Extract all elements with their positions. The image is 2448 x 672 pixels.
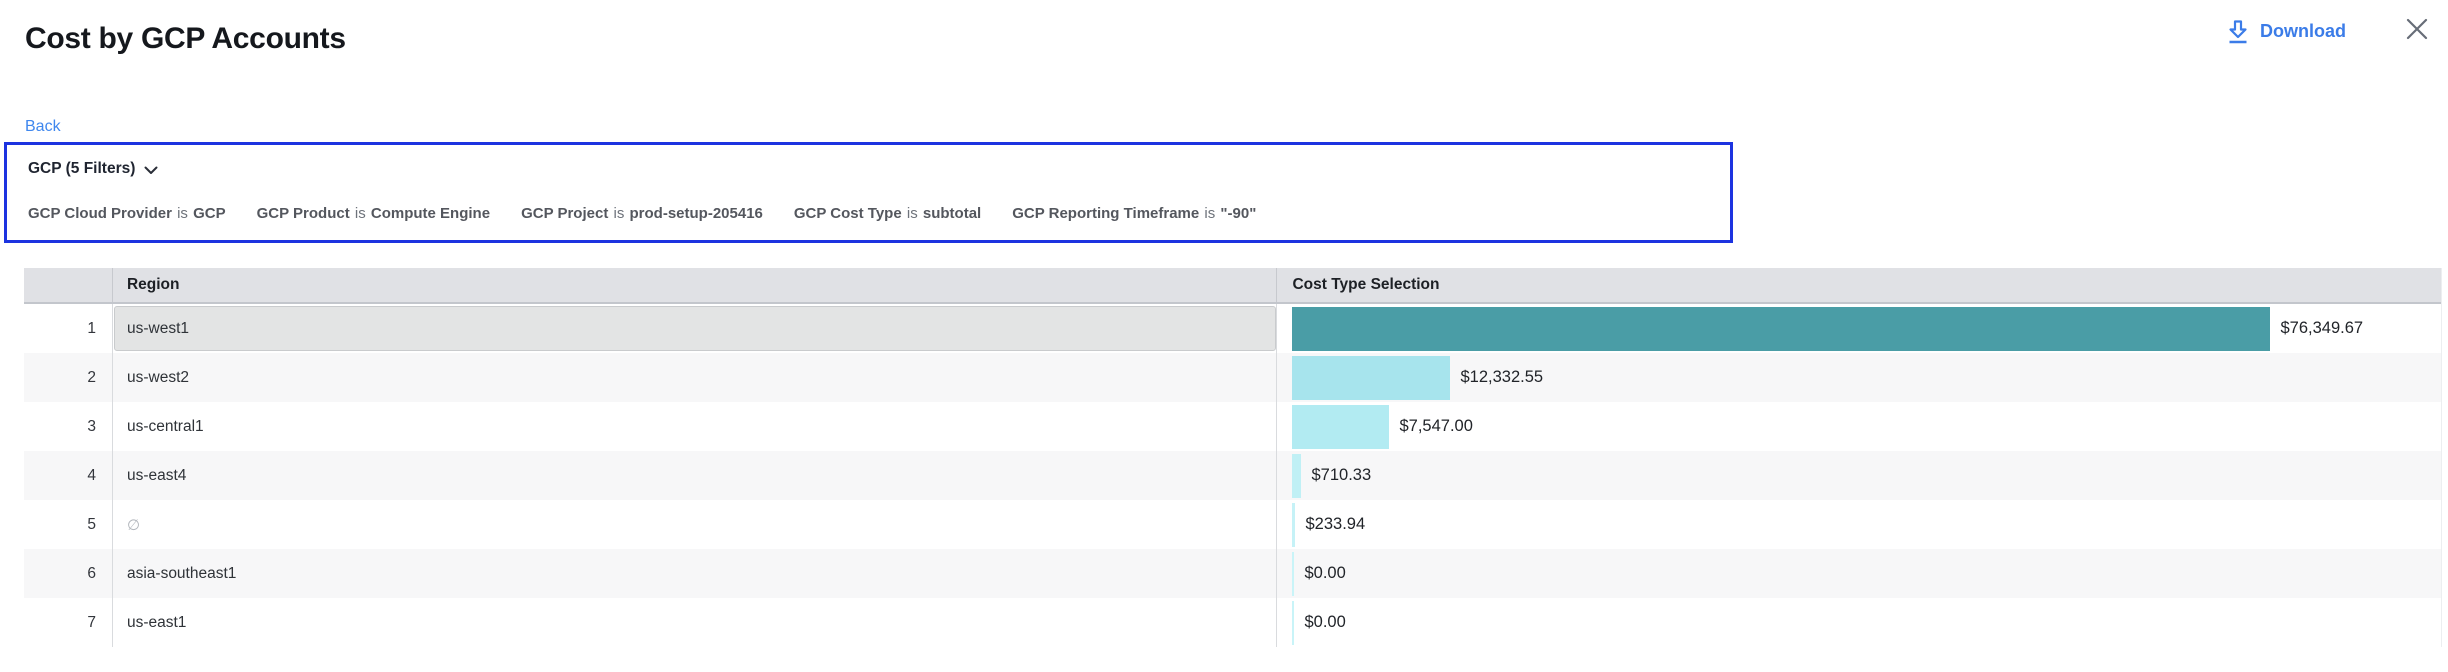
filter-pill: GCP Cloud Provider is GCP xyxy=(28,205,226,223)
filter-operator: is xyxy=(354,205,367,222)
cost-value-label: $76,349.67 xyxy=(2280,319,2363,338)
region-label: us-west1 xyxy=(127,320,189,338)
region-cell[interactable]: us-east1 xyxy=(112,598,1277,647)
cost-cell[interactable]: $7,547.00 xyxy=(1276,402,2441,451)
region-cell[interactable]: us-west2 xyxy=(112,353,1277,402)
back-link[interactable]: Back xyxy=(25,118,61,136)
row-number: 1 xyxy=(24,304,112,353)
filter-operator: is xyxy=(906,205,919,222)
filter-operator: is xyxy=(1203,205,1216,222)
table-row: 6 asia-southeast1 $0.00 xyxy=(24,549,2441,598)
cost-value-label: $710.33 xyxy=(1311,466,1371,485)
filter-value: subtotal xyxy=(923,205,981,222)
cost-cell[interactable]: $76,349.67 xyxy=(1276,304,2441,353)
region-cell[interactable]: us-west1 xyxy=(112,304,1277,353)
region-cell[interactable]: asia-southeast1 xyxy=(112,549,1277,598)
filter-operator: is xyxy=(613,205,626,222)
filter-field: GCP Reporting Timeframe xyxy=(1012,205,1199,222)
download-icon xyxy=(2227,19,2249,44)
table-row: 2 us-west2 $12,332.55 xyxy=(24,353,2441,402)
region-label: us-east4 xyxy=(127,467,186,485)
row-number: 7 xyxy=(24,598,112,647)
cost-value-label: $233.94 xyxy=(1305,515,1365,534)
filter-value: "-90" xyxy=(1220,205,1256,222)
filter-field: GCP Project xyxy=(521,205,608,222)
filter-field: GCP Cost Type xyxy=(794,205,902,222)
region-cell[interactable]: us-east4 xyxy=(112,451,1277,500)
filters-summary-label: GCP (5 Filters) xyxy=(28,158,135,180)
cost-cell[interactable]: $0.00 xyxy=(1276,598,2441,647)
column-header-row-number xyxy=(24,268,112,302)
filters-panel: GCP (5 Filters) GCP Cloud Provider is GC… xyxy=(4,142,1733,243)
filter-list: GCP Cloud Provider is GCP GCP Product is… xyxy=(28,205,1710,223)
row-number: 5 xyxy=(24,500,112,549)
table-row: 7 us-east1 $0.00 xyxy=(24,598,2441,647)
close-icon xyxy=(2404,16,2430,47)
filter-value: prod-setup-205416 xyxy=(630,205,763,222)
table-body: 1 us-west1 $76,349.67 2 us-west2 $12,332… xyxy=(24,304,2441,647)
filter-operator: is xyxy=(176,205,189,222)
table-row: 5 ∅ $233.94 xyxy=(24,500,2441,549)
filter-pill: GCP Cost Type is subtotal xyxy=(794,205,981,223)
cost-cell[interactable]: $710.33 xyxy=(1276,451,2441,500)
header-actions: Download xyxy=(2227,16,2430,47)
column-header-cost-type-selection[interactable]: Cost Type Selection xyxy=(1276,268,2441,302)
region-label: asia-southeast1 xyxy=(127,565,236,583)
table-header-row: Region Cost Type Selection xyxy=(24,268,2441,304)
cost-bar xyxy=(1292,356,1450,400)
region-label: ∅ xyxy=(127,516,140,534)
region-cell[interactable]: ∅ xyxy=(112,500,1277,549)
region-label: us-east1 xyxy=(127,614,186,632)
region-cell[interactable]: us-central1 xyxy=(112,402,1277,451)
table-row: 3 us-central1 $7,547.00 xyxy=(24,402,2441,451)
filter-pill: GCP Reporting Timeframe is "-90" xyxy=(1012,205,1256,223)
region-label: us-west2 xyxy=(127,369,189,387)
filters-summary-toggle[interactable]: GCP (5 Filters) xyxy=(28,158,158,180)
cost-bar xyxy=(1292,503,1295,547)
cost-bar xyxy=(1292,454,1301,498)
filter-pill: GCP Project is prod-setup-205416 xyxy=(521,205,763,223)
column-header-region[interactable]: Region xyxy=(112,268,1277,302)
cost-bar xyxy=(1292,552,1294,596)
row-number: 4 xyxy=(24,451,112,500)
row-number: 3 xyxy=(24,402,112,451)
row-number: 2 xyxy=(24,353,112,402)
cost-value-label: $7,547.00 xyxy=(1399,417,1472,436)
cost-bar xyxy=(1292,601,1294,645)
close-button[interactable] xyxy=(2404,16,2430,47)
page-title: Cost by GCP Accounts xyxy=(25,22,346,56)
table-row: 4 us-east4 $710.33 xyxy=(24,451,2441,500)
cost-value-label: $12,332.55 xyxy=(1460,368,1543,387)
cost-bar xyxy=(1292,307,2270,351)
filter-pill: GCP Product is Compute Engine xyxy=(257,205,490,223)
region-label: us-central1 xyxy=(127,418,204,436)
cost-cell[interactable]: $233.94 xyxy=(1276,500,2441,549)
cost-value-label: $0.00 xyxy=(1304,613,1345,632)
chevron-down-icon xyxy=(144,164,158,175)
download-label: Download xyxy=(2260,21,2346,42)
filter-field: GCP Product xyxy=(257,205,350,222)
filter-value: Compute Engine xyxy=(371,205,490,222)
download-button[interactable]: Download xyxy=(2227,19,2346,44)
cost-cell[interactable]: $0.00 xyxy=(1276,549,2441,598)
table-row: 1 us-west1 $76,349.67 xyxy=(24,304,2441,353)
cost-table: Region Cost Type Selection 1 us-west1 $7… xyxy=(24,268,2442,647)
row-number: 6 xyxy=(24,549,112,598)
filter-value: GCP xyxy=(193,205,226,222)
cost-by-gcp-accounts-panel: Cost by GCP Accounts Download Back xyxy=(0,0,2448,672)
cost-cell[interactable]: $12,332.55 xyxy=(1276,353,2441,402)
selected-cell-highlight xyxy=(114,306,1277,351)
cost-value-label: $0.00 xyxy=(1304,564,1345,583)
filter-field: GCP Cloud Provider xyxy=(28,205,172,222)
cost-bar xyxy=(1292,405,1389,449)
